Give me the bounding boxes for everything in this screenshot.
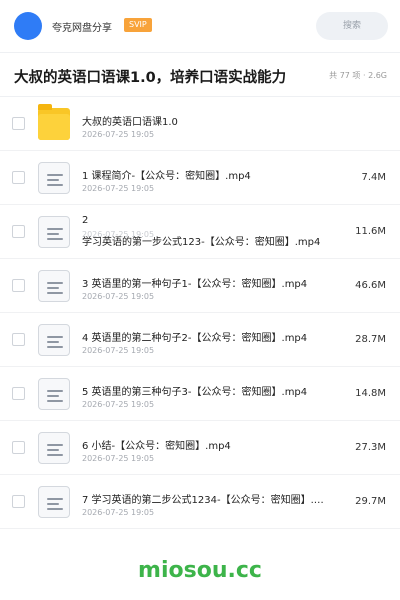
file-date: 2026-07-25 19:05 <box>82 400 155 409</box>
account-name[interactable]: 夸克网盘分享 <box>52 19 112 34</box>
file-date: 2026-07-25 19:05 <box>82 454 155 463</box>
list-item[interactable]: 7 学习英语的第二步公式1234-【公众号：密知圈】.mp4 2026-07-2… <box>0 475 400 529</box>
list-item[interactable]: 5 英语里的第三种句子3-【公众号：密知圈】.mp4 2026-07-25 19… <box>0 367 400 421</box>
checkbox[interactable] <box>12 441 25 454</box>
file-size: 7.4M <box>361 172 386 183</box>
file-size: 46.6M <box>355 280 386 291</box>
watermark-text: miosou.cc <box>138 558 262 583</box>
folder-icon <box>38 104 70 140</box>
file-name[interactable]: 7 学习英语的第二步公式1234-【公众号：密知圈】.mp4 <box>82 491 328 506</box>
file-size: 11.6M <box>355 226 386 237</box>
divider <box>0 52 400 53</box>
top-bar: 夸克网盘分享 SVIP 搜索 <box>0 0 400 52</box>
file-size: 29.7M <box>355 496 386 507</box>
file-date: 2026-07-25 19:05 <box>82 508 155 517</box>
search-input[interactable]: 搜索 <box>316 12 388 40</box>
document-icon <box>38 432 70 464</box>
list-item[interactable]: 大叔的英语口语课1.0 2026-07-25 19:05 <box>0 97 400 151</box>
document-icon <box>38 216 70 248</box>
list-item[interactable]: 2 2026-07-25 19:05 学习英语的第一步公式123-【公众号：密知… <box>0 205 400 259</box>
checkbox[interactable] <box>12 333 25 346</box>
file-name[interactable]: 6 小结-【公众号：密知圈】.mp4 <box>82 437 328 452</box>
share-title: 大叔的英语口语课1.0，培养口语实战能力 <box>14 70 287 86</box>
document-icon <box>38 486 70 518</box>
list-item[interactable]: 3 英语里的第一种句子1-【公众号：密知圈】.mp4 2026-07-25 19… <box>0 259 400 313</box>
checkbox[interactable] <box>12 495 25 508</box>
file-list: 大叔的英语口语课1.0 2026-07-25 19:05 1 课程简介-【公众号… <box>0 97 400 529</box>
document-icon <box>38 378 70 410</box>
avatar[interactable] <box>14 12 42 40</box>
document-icon <box>38 270 70 302</box>
file-name[interactable]: 3 英语里的第一种句子1-【公众号：密知圈】.mp4 <box>82 275 328 290</box>
file-name[interactable]: 5 英语里的第三种句子3-【公众号：密知圈】.mp4 <box>82 383 328 398</box>
checkbox[interactable] <box>12 279 25 292</box>
file-date: 2026-07-25 19:05 <box>82 184 155 193</box>
file-size: 14.8M <box>355 388 386 399</box>
file-date: 2026-07-25 19:05 <box>82 130 155 139</box>
document-icon <box>38 162 70 194</box>
svip-badge: SVIP <box>124 18 152 32</box>
checkbox[interactable] <box>12 387 25 400</box>
file-name[interactable]: 大叔的英语口语课1.0 <box>82 113 328 128</box>
file-size: 28.7M <box>355 334 386 345</box>
list-item[interactable]: 1 课程简介-【公众号：密知圈】.mp4 2026-07-25 19:05 7.… <box>0 151 400 205</box>
file-date: 2026-07-25 19:05 <box>82 346 155 355</box>
file-name-line2[interactable]: 学习英语的第一步公式123-【公众号：密知圈】.mp4 <box>82 233 328 248</box>
file-name[interactable]: 4 英语里的第二种句子2-【公众号：密知圈】.mp4 <box>82 329 328 344</box>
list-item[interactable]: 6 小结-【公众号：密知圈】.mp4 2026-07-25 19:05 27.3… <box>0 421 400 475</box>
file-name[interactable]: 2 <box>82 215 328 226</box>
list-item[interactable]: 4 英语里的第二种句子2-【公众号：密知圈】.mp4 2026-07-25 19… <box>0 313 400 367</box>
file-name[interactable]: 1 课程简介-【公众号：密知圈】.mp4 <box>82 167 328 182</box>
file-date: 2026-07-25 19:05 <box>82 292 155 301</box>
document-icon <box>38 324 70 356</box>
file-size: 27.3M <box>355 442 386 453</box>
checkbox[interactable] <box>12 225 25 238</box>
checkbox[interactable] <box>12 117 25 130</box>
checkbox[interactable] <box>12 171 25 184</box>
share-meta: 共 77 项 · 2.6G <box>329 71 387 80</box>
